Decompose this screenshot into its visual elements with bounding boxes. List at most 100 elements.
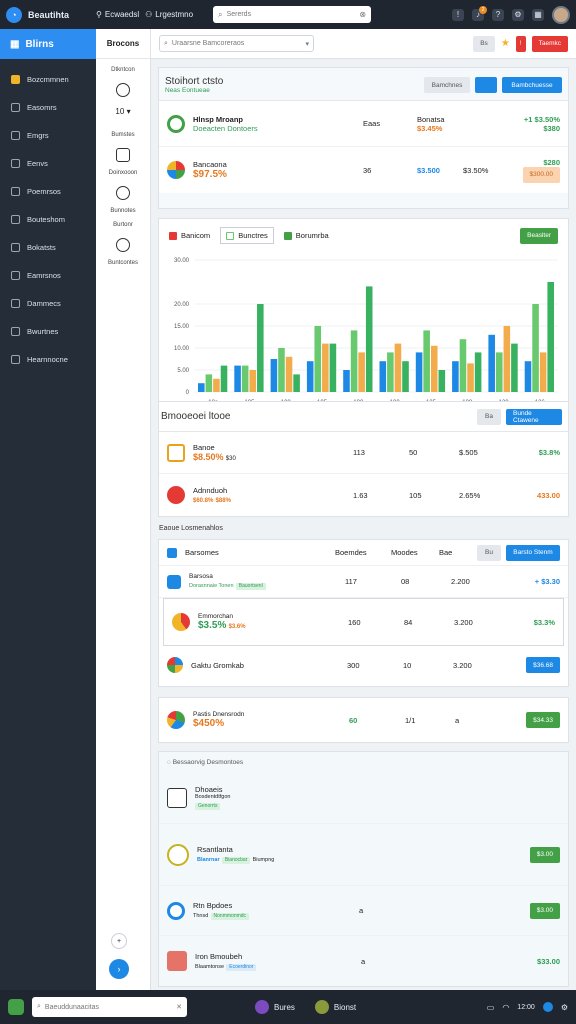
bar[interactable] [322,343,329,392]
list-row[interactable]: Gaktu Gromkab 300 10 3.200 $36.68 [159,646,568,684]
sidebar-item-2[interactable]: Easomrs [0,93,96,121]
start-icon[interactable] [8,999,24,1015]
sidebar-item-9[interactable]: Dammecs [0,289,96,317]
sidebar-item-6[interactable]: Bouteshom [0,205,96,233]
list-blue-button[interactable]: Barsto Stenm [506,544,560,561]
wifi-icon[interactable]: ◠ [502,1003,509,1012]
bar[interactable] [329,343,337,392]
bar[interactable] [547,282,554,392]
bar[interactable] [402,361,409,392]
bar[interactable] [495,352,503,392]
user-avatar[interactable] [552,5,570,24]
bar[interactable] [314,326,322,392]
sidebar-item-4[interactable]: Eenvs [0,149,96,177]
sidebar-item-8[interactable]: Eamrsnos [0,261,96,289]
detail-row[interactable]: Rsantlanta Blanrnar Bianocbar Biumpng $3… [159,824,568,886]
bar[interactable] [343,370,350,392]
overview-icon-button[interactable] [475,77,497,93]
chart-action-button[interactable]: Beaslter [520,227,558,244]
bar[interactable] [511,343,518,392]
app-logo-icon[interactable]: ◔ [6,6,22,23]
sidebar-item-1[interactable]: Bozcmmnen [0,65,96,93]
close-icon[interactable]: ✕ [176,1003,182,1011]
project-row[interactable]: Adnnduoh $60.8% $88% 1.63 105 2.65% 433.… [159,474,568,516]
bar[interactable] [467,363,474,392]
bar[interactable] [488,334,495,392]
detail-row[interactable]: Rtn Bpdoes Thnsd Nonmmonmdc a $3.00 [159,886,568,936]
help-icon[interactable]: ? [492,8,504,21]
list-row[interactable]: Barsosa Dorasnnaie Tonen Bauortsenl 117 … [159,566,568,598]
bar[interactable] [423,330,430,392]
bar[interactable] [459,339,467,392]
projects-blue-button[interactable]: Bunde Ctawene [506,408,562,425]
settings-icon[interactable]: ⚙ [512,8,524,21]
clear-icon[interactable]: ⊗ [359,10,366,19]
bar[interactable] [198,383,205,392]
legend-item[interactable]: Borumrba [283,231,329,240]
detail-row[interactable]: Dhoaeis Bosdentdtfgon Genorrts [159,772,568,824]
bar[interactable] [430,345,438,392]
bar[interactable] [365,286,373,392]
notification-icon[interactable] [542,1002,553,1012]
bar[interactable] [350,330,358,392]
add-button[interactable]: + [111,933,127,949]
sidebar-item-5[interactable]: Poemrsos [0,177,96,205]
bar[interactable] [503,326,511,392]
bar[interactable] [532,304,539,392]
bar[interactable] [474,352,482,392]
bar[interactable] [293,374,300,392]
main-search-input[interactable]: ⌕ Uraarsne Bamcoreraos ▾ [159,35,314,52]
settings-icon[interactable]: ⚙ [561,1003,568,1012]
bar[interactable] [285,356,293,392]
detail-value-button[interactable]: $3.00 [529,902,560,919]
overview-blue-button[interactable]: Bambchuesse [502,77,562,93]
summary-row[interactable]: Pastis Dnensrodn $450% 60 1/1 a $34.33 [159,698,568,742]
chat-icon[interactable] [116,186,130,200]
bar[interactable] [257,304,264,392]
project-row[interactable]: Banoe $8.50% $30 113 50 $.505 $3.8% [159,432,568,474]
legend-item[interactable]: Bunctres [220,227,274,244]
taskbar-search-input[interactable]: ⌕ Baeuddunaacitas ✕ [32,997,187,1017]
bar[interactable] [249,370,257,392]
sidebar-item-11[interactable]: Hearnnocne [0,345,96,373]
row-value-button[interactable]: $36.68 [526,657,560,673]
overview-row[interactable]: Bancaona $97.5% 36 $3.500 $3.50% $280 $3… [159,147,568,193]
taskbar-app-2[interactable]: Bionst [314,1000,356,1014]
clock-icon[interactable] [116,83,130,97]
projects-gray-button[interactable]: Ba [477,408,501,425]
tag-icon[interactable] [116,148,130,162]
bar[interactable] [539,352,547,392]
overview-gray-button[interactable]: Bamchnes [424,77,470,93]
panel-value-selector[interactable]: 10 ▾ [96,107,150,116]
bar[interactable] [415,352,423,392]
list-gray-button[interactable]: Bu [477,544,501,561]
toolbar-button-1[interactable]: Bs [473,35,495,52]
alert-button[interactable]: ! [515,35,526,52]
sidebar-item-7[interactable]: Bokatsts [0,233,96,261]
bar[interactable] [234,365,241,392]
nav-item-2[interactable]: ⚇ Lrgestmno [145,10,193,19]
collapse-button[interactable]: › [109,959,129,979]
global-search-input[interactable]: ⌕ Sererds ⊗ [213,6,372,23]
bar[interactable] [213,378,220,392]
bar[interactable] [358,352,365,392]
nav-item-1[interactable]: ⚲ Ecwaedsl [96,10,139,19]
bar[interactable] [394,343,402,392]
apps-icon[interactable]: ▦ [532,8,544,21]
summary-value-button[interactable]: $34.33 [526,712,560,728]
detail-value-button[interactable]: $3.00 [529,846,560,863]
bar[interactable] [387,352,394,392]
value-badge[interactable]: $300.00 [522,166,560,183]
alert-icon[interactable]: ! [452,8,464,21]
toolbar-button-2[interactable]: Taemkc [531,35,568,52]
bar[interactable] [270,359,278,392]
bar[interactable] [379,361,387,392]
notification-icon[interactable]: ♪ 2 [472,5,487,21]
bar[interactable] [220,365,228,392]
bar[interactable] [524,361,532,392]
taskbar-app-1[interactable]: Bures [255,1000,295,1014]
bar[interactable] [438,370,446,392]
bar[interactable] [278,348,285,392]
tray-icon[interactable]: ▭ [487,1003,495,1012]
bar[interactable] [241,365,249,392]
